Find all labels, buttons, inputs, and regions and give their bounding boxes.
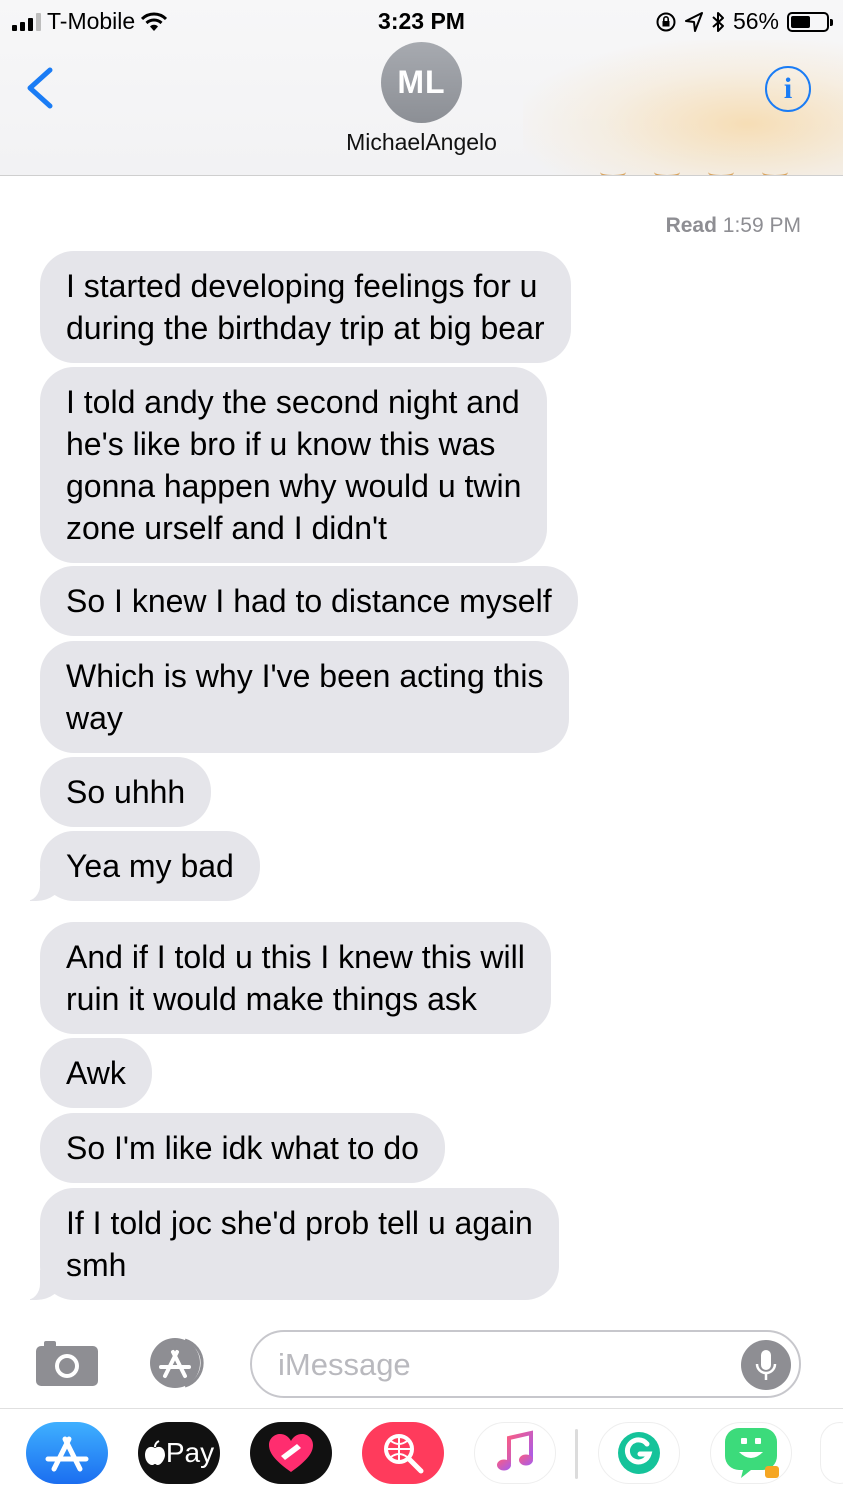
- read-receipt: Read 1:59 PM: [666, 214, 801, 238]
- more-apps-icon[interactable]: [820, 1422, 843, 1484]
- info-button[interactable]: i: [765, 66, 811, 112]
- app-store-drawer-icon[interactable]: [145, 1336, 215, 1390]
- message-bubble[interactable]: So uhhh: [40, 757, 212, 827]
- avatar-initials: ML: [397, 64, 446, 100]
- heart-icon: [269, 1434, 313, 1472]
- read-time: 1:59 PM: [722, 214, 801, 237]
- message-input[interactable]: [250, 1330, 801, 1398]
- apple-logo-icon: [144, 1440, 165, 1465]
- contact-avatar[interactable]: ML: [381, 42, 462, 123]
- music-icon[interactable]: [474, 1422, 556, 1484]
- grammarly-icon[interactable]: [598, 1422, 680, 1484]
- camera-icon[interactable]: [34, 1338, 100, 1388]
- battery-percent: 56%: [732, 8, 779, 34]
- web-images-icon[interactable]: [362, 1422, 444, 1484]
- bluetooth-icon: [712, 11, 724, 32]
- orientation-lock-icon: [656, 12, 676, 31]
- message-bubble[interactable]: If I told joc she'd prob tell u again sm…: [18, 1188, 559, 1300]
- message-bubble[interactable]: Yea my bad: [18, 831, 260, 901]
- message-text-field[interactable]: [278, 1344, 728, 1386]
- message-bubble[interactable]: Which is why I've been acting this way: [40, 641, 570, 753]
- apple-pay-label: Pay: [165, 1437, 215, 1468]
- status-right: 56%: [655, 8, 833, 35]
- bitmoji-face-icon: [725, 1428, 779, 1478]
- bitmoji-icon[interactable]: [710, 1422, 792, 1484]
- music-note-icon: [497, 1430, 533, 1471]
- message-bubble[interactable]: I started developing feelings for u duri…: [40, 251, 571, 363]
- read-label: Read: [665, 214, 717, 237]
- back-chevron-icon[interactable]: [22, 64, 58, 112]
- apple-pay-icon[interactable]: Pay: [138, 1422, 220, 1484]
- message-bubble[interactable]: And if I told u this I knew this will ru…: [40, 922, 551, 1034]
- dictation-button[interactable]: [741, 1340, 791, 1390]
- message-bubble[interactable]: Awk: [40, 1038, 152, 1108]
- message-bubble[interactable]: So I'm like idk what to do: [40, 1113, 445, 1183]
- message-bubble[interactable]: I told andy the second night and he's li…: [40, 367, 548, 563]
- battery-icon: [787, 11, 833, 32]
- drawer-divider: [575, 1429, 578, 1479]
- battery-fill: [791, 15, 811, 28]
- location-arrow-icon: [684, 11, 703, 32]
- contact-name[interactable]: MichaelAngelo: [0, 129, 843, 156]
- status-bar: T-Mobile 3:23 PM 56%: [0, 0, 843, 42]
- digital-touch-icon[interactable]: [250, 1422, 332, 1484]
- imessage-app-drawer: Pay: [0, 1408, 843, 1498]
- message-bubble[interactable]: So I knew I had to distance myself: [40, 566, 578, 636]
- info-icon: i: [783, 72, 793, 105]
- app-store-icon[interactable]: [26, 1422, 108, 1484]
- microphone-icon: [755, 1350, 777, 1380]
- grammarly-g-icon: [618, 1432, 660, 1474]
- header-decoration: [600, 166, 788, 175]
- magnifier-globe-icon: [384, 1434, 424, 1474]
- app-store-glyph-icon: [45, 1436, 89, 1472]
